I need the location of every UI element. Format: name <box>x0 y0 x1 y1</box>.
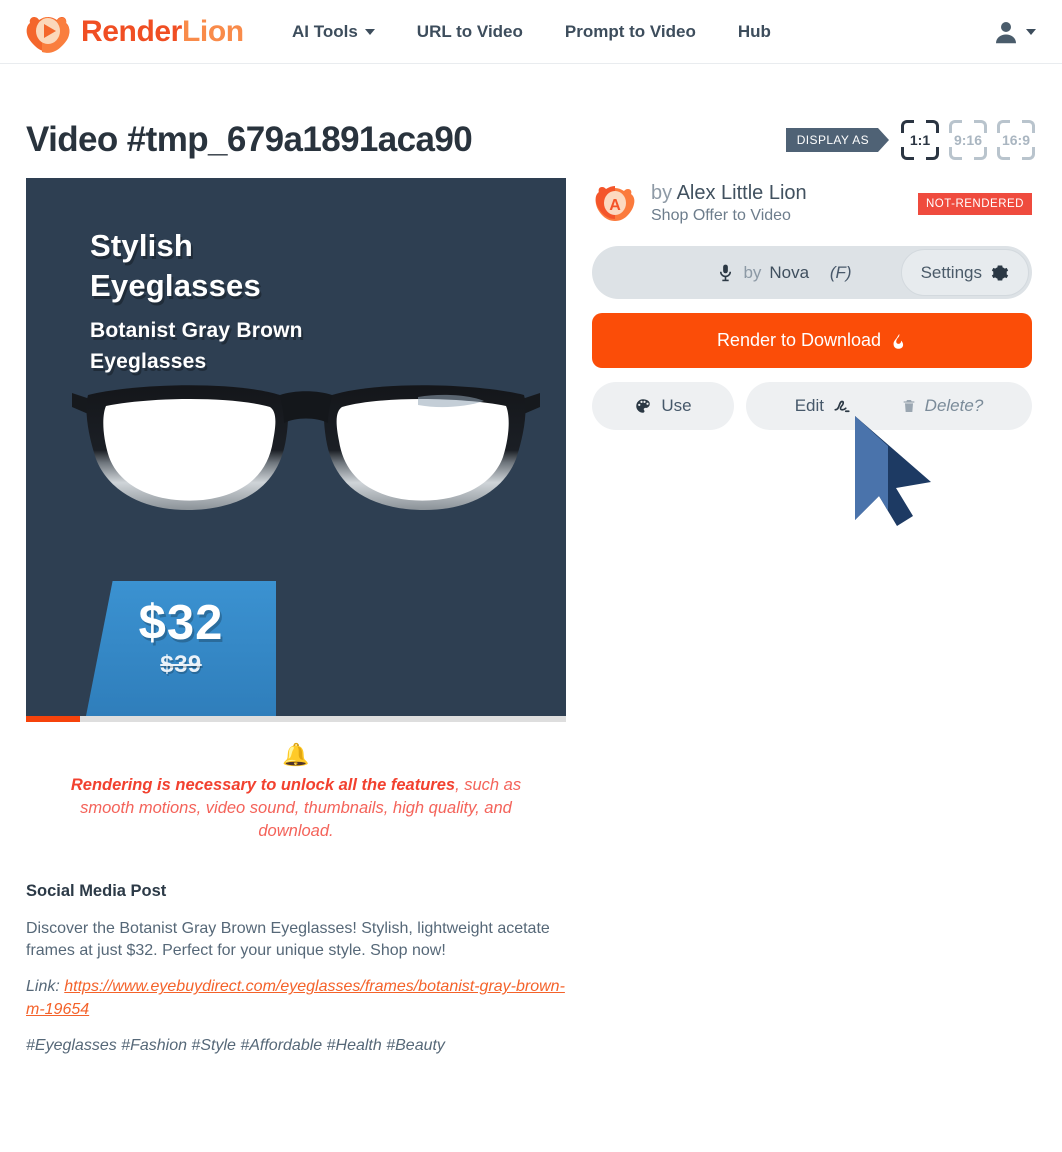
social-post-heading: Social Media Post <box>26 882 167 901</box>
voice-settings-button[interactable]: Settings <box>900 249 1029 296</box>
voice-label: by Nova (F) <box>716 261 852 284</box>
ratio-button-16-9[interactable]: 16:9 <box>996 118 1036 162</box>
ratio-button-1-1[interactable]: 1:1 <box>900 118 940 162</box>
lion-avatar-a-icon: A <box>592 181 638 227</box>
brand-name-part2: Lion <box>181 14 244 48</box>
top-navbar: RenderLion AI Tools URL to Video Prompt … <box>0 0 1062 64</box>
aspect-ratio-group: 1:1 9:16 16:9 <box>900 118 1036 162</box>
display-as-label: DISPLAY AS <box>785 128 890 152</box>
render-to-download-label: Render to Download <box>716 330 882 350</box>
voice-settings-label: Settings <box>920 262 982 282</box>
preview-headline: Stylish Eyeglasses <box>90 226 303 305</box>
brand-name-part1: Render <box>81 14 182 48</box>
preview-headline-line2: Eyeglasses <box>90 267 261 303</box>
corner-bracket-icon <box>997 147 1010 160</box>
svg-text:A: A <box>609 197 621 214</box>
author-by-label: by <box>651 182 677 205</box>
delete-button-label: Delete? <box>924 396 984 415</box>
ratio-button-9-16[interactable]: 9:16 <box>948 118 988 162</box>
brand-logo[interactable]: RenderLion <box>24 8 244 56</box>
main-content: Stylish Eyeglasses Botanist Gray Brown E… <box>26 178 1036 1071</box>
voice-name: Nova <box>769 262 810 282</box>
voice-gender: (F) <box>829 262 852 282</box>
nav-item-ai-tools[interactable]: AI Tools <box>292 22 375 42</box>
render-notice-strong: Rendering is necessary to unlock all the… <box>70 776 456 794</box>
preview-headline-line1: Stylish <box>90 228 194 263</box>
social-post-body: Discover the Botanist Gray Brown Eyeglas… <box>26 920 550 960</box>
nav-item-url-to-video-label: URL to Video <box>416 21 523 41</box>
price-current: $32 <box>138 596 224 650</box>
page-container: Video #tmp_679a1891aca90 DISPLAY AS 1:1 … <box>0 64 1062 1071</box>
action-buttons-row: Use Edit Delete? <box>592 382 1032 430</box>
nav-item-hub[interactable]: Hub <box>738 22 771 42</box>
corner-bracket-icon <box>1022 147 1035 160</box>
social-media-post: Social Media Post Discover the Botanist … <box>26 882 566 1056</box>
bell-alert-icon: 🔔 <box>282 742 310 767</box>
ratio-button-9-16-label: 9:16 <box>953 132 983 148</box>
price-badge: $32 $39 <box>86 581 276 716</box>
author-name: Alex Little Lion <box>676 182 807 205</box>
author-name-line: by Alex Little Lion <box>651 181 905 206</box>
edit-delete-group: Edit Delete? <box>746 382 1032 430</box>
corner-bracket-icon <box>901 147 914 160</box>
nav-item-url-to-video[interactable]: URL to Video <box>417 22 523 42</box>
corner-bracket-icon <box>974 147 987 160</box>
main-nav: AI Tools URL to Video Prompt to Video Hu… <box>292 22 771 42</box>
preview-subheadline: Botanist Gray Brown Eyeglasses <box>90 316 303 377</box>
eyeglasses-illustration <box>72 385 540 511</box>
delete-button[interactable]: Delete? <box>901 396 984 416</box>
edit-button-label: Edit <box>794 396 824 415</box>
voice-by-label: by <box>743 262 762 282</box>
corner-bracket-icon <box>949 147 962 160</box>
edit-button[interactable]: Edit <box>795 396 852 416</box>
brand-name: RenderLion <box>81 14 244 48</box>
chevron-down-icon <box>364 28 375 35</box>
nav-item-ai-tools-label: AI Tools <box>292 21 358 41</box>
trash-icon <box>903 400 915 412</box>
status-badge: NOT-RENDERED <box>917 193 1032 215</box>
render-notice: 🔔 Rendering is necessary to unlock all t… <box>26 722 566 842</box>
social-post-link-line: Link: https://www.eyebuydirect.com/eyegl… <box>26 976 566 1020</box>
social-post-link-prefix: Link: <box>26 978 65 996</box>
microphone-icon <box>720 264 732 282</box>
voice-settings-bar: by Nova (F) Settings <box>592 246 1032 299</box>
ratio-button-16-9-label: 16:9 <box>1001 132 1031 148</box>
gear-icon <box>991 265 1009 280</box>
price-original: $39 <box>160 651 202 678</box>
right-column: A by Alex Little Lion Shop Offer to Vide… <box>592 178 1032 430</box>
author-row: A by Alex Little Lion Shop Offer to Vide… <box>592 181 1032 227</box>
nav-item-hub-label: Hub <box>737 21 771 41</box>
use-button-label: Use <box>661 396 692 415</box>
display-as-control: DISPLAY AS 1:1 9:16 16:9 <box>785 118 1036 162</box>
user-avatar-icon <box>996 21 1016 43</box>
video-preview[interactable]: Stylish Eyeglasses Botanist Gray Brown E… <box>26 178 566 716</box>
preview-subheadline-line1: Botanist Gray Brown <box>90 319 303 343</box>
nav-item-prompt-to-video[interactable]: Prompt to Video <box>565 22 696 42</box>
ratio-button-1-1-label: 1:1 <box>909 132 931 148</box>
flame-icon <box>893 333 904 349</box>
left-column: Stylish Eyeglasses Botanist Gray Brown E… <box>26 178 566 1071</box>
lion-play-logo-icon <box>24 8 72 56</box>
page-title: Video #tmp_679a1891aca90 <box>26 120 473 159</box>
user-chevron-down-icon <box>1026 28 1036 35</box>
author-subtitle: Shop Offer to Video <box>651 207 791 225</box>
preview-text-block: Stylish Eyeglasses Botanist Gray Brown E… <box>90 226 303 377</box>
render-notice-text: Rendering is necessary to unlock all the… <box>34 774 558 842</box>
signature-icon <box>834 400 850 413</box>
nav-item-prompt-to-video-label: Prompt to Video <box>564 21 696 41</box>
social-post-link[interactable]: https://www.eyebuydirect.com/eyeglasses/… <box>26 978 565 1017</box>
corner-bracket-icon <box>926 147 939 160</box>
social-post-hashtags: #Eyeglasses #Fashion #Style #Affordable … <box>26 1036 445 1054</box>
author-meta: by Alex Little Lion Shop Offer to Video <box>651 181 905 227</box>
page-header-row: Video #tmp_679a1891aca90 DISPLAY AS 1:1 … <box>26 64 1036 178</box>
palette-icon <box>636 399 651 413</box>
user-menu-button[interactable] <box>991 17 1036 47</box>
use-button[interactable]: Use <box>592 382 734 430</box>
render-to-download-button[interactable]: Render to Download <box>592 313 1032 368</box>
